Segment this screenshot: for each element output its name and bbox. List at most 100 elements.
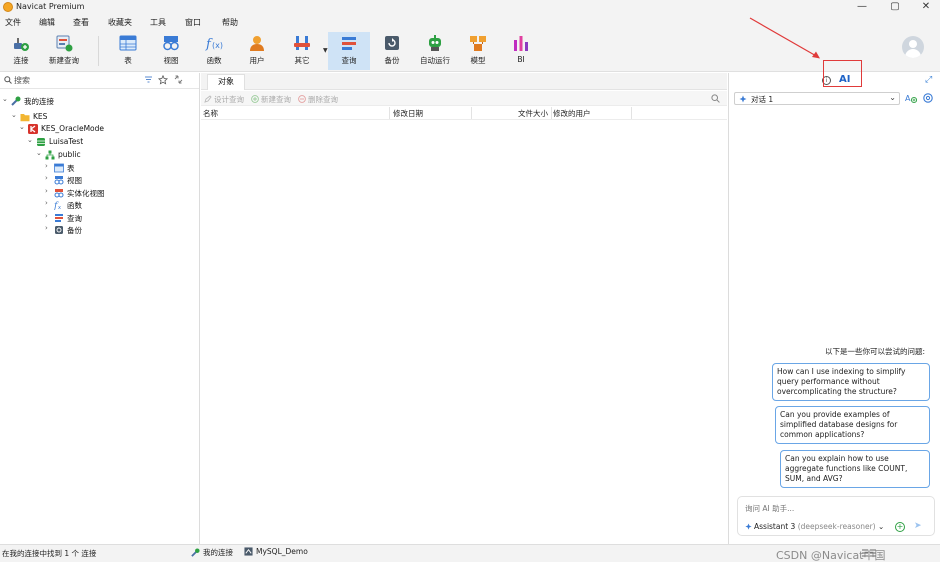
- expand-chevron-icon[interactable]: ⌄: [27, 136, 35, 144]
- suggestion-simplified-designs[interactable]: Can you provide examples of simplified d…: [775, 406, 930, 444]
- backup-button[interactable]: 备份: [376, 32, 408, 70]
- expand-chevron-icon[interactable]: ⌄: [36, 149, 44, 157]
- expand-chevron-right-icon[interactable]: ›: [45, 162, 53, 170]
- table-button[interactable]: 表: [112, 32, 144, 70]
- tab-objects[interactable]: 对象: [207, 74, 245, 90]
- assistant-select[interactable]: Assistant 3 (deepseek-reasoner) ⌄: [745, 522, 884, 531]
- navicat-logo-icon: [3, 2, 13, 12]
- menu-file[interactable]: 文件: [5, 17, 21, 28]
- model-label: 模型: [470, 56, 486, 65]
- column-modified-date[interactable]: 修改日期: [393, 108, 423, 119]
- expand-chevron-right-icon[interactable]: ›: [45, 224, 53, 232]
- menu-help[interactable]: 帮助: [222, 17, 238, 28]
- automation-button[interactable]: 自动运行: [414, 32, 456, 70]
- new-query-button[interactable]: 新建查询: [44, 32, 84, 70]
- object-pane: 对象 设计查询 新建查询 删除查询 名称 修改日期 文件大小 修改的用户: [201, 73, 727, 544]
- schema-icon: [45, 150, 55, 160]
- suggestion-aggregate-functions[interactable]: Can you explain how to use aggregate fun…: [780, 450, 930, 488]
- new-conversation-icon[interactable]: A: [905, 92, 917, 104]
- nav-search-input[interactable]: [14, 74, 134, 87]
- expand-chevron-icon[interactable]: ⌄: [11, 111, 19, 119]
- suggestion-indexing[interactable]: How can I use indexing to simplify query…: [772, 363, 930, 401]
- tree-node-label: KES_OracleMode: [41, 124, 105, 133]
- menu-tools[interactable]: 工具: [150, 17, 166, 28]
- column-divider[interactable]: [389, 107, 390, 119]
- expand-chevron-icon[interactable]: ⌄: [2, 95, 10, 103]
- menu-edit[interactable]: 编辑: [39, 17, 55, 28]
- table-icon: [54, 163, 64, 173]
- maximize-button[interactable]: ▢: [881, 0, 909, 15]
- ai-chat-input[interactable]: [745, 502, 925, 514]
- ai-sparkle-icon: [739, 95, 747, 103]
- tree-node-label: KES: [33, 112, 48, 121]
- column-modified-user[interactable]: 修改的用户: [553, 108, 591, 119]
- connection-label: 连接: [13, 56, 29, 65]
- annotation-arrow-icon: [749, 17, 820, 59]
- tree-node-label: 备份: [67, 226, 82, 235]
- status-tab-mysql-demo[interactable]: MySQL_Demo: [244, 547, 308, 556]
- tree-node-label: LuisaTest: [49, 137, 84, 146]
- ai-sparkle-icon: [745, 523, 752, 530]
- folder-icon: [20, 114, 30, 122]
- ai-settings-gear-icon[interactable]: [922, 92, 934, 104]
- object-tab-strip: 对象: [201, 73, 727, 90]
- view-button[interactable]: 视图: [155, 32, 187, 70]
- query-button[interactable]: 查询: [328, 32, 370, 70]
- expand-chevron-right-icon[interactable]: ›: [45, 212, 53, 220]
- avatar-body-icon: [905, 49, 921, 58]
- expand-chevron-icon[interactable]: ⌄: [19, 123, 27, 131]
- status-bar: 在我的连接中找到 1 个 连接 我的连接 MySQL_Demo CSDN @Na…: [0, 544, 940, 562]
- function-button[interactable]: f (x) 函数: [198, 32, 230, 70]
- minimize-button[interactable]: —: [848, 0, 876, 15]
- new-query-object-button[interactable]: 新建查询: [251, 94, 291, 105]
- expand-chevron-right-icon[interactable]: ›: [45, 174, 53, 182]
- query-label: 查询: [341, 56, 357, 65]
- menu-window[interactable]: 窗口: [185, 17, 201, 28]
- tree-node-label: public: [58, 150, 81, 159]
- menu-favorites[interactable]: 收藏夹: [108, 17, 132, 28]
- close-button[interactable]: ✕: [912, 0, 940, 15]
- user-button[interactable]: 用户: [241, 32, 273, 70]
- design-query-button[interactable]: 设计查询: [204, 94, 244, 105]
- column-divider[interactable]: [551, 107, 552, 119]
- column-divider[interactable]: [631, 107, 632, 119]
- bi-button[interactable]: BI: [505, 32, 537, 70]
- user-avatar[interactable]: [902, 36, 924, 58]
- connection-button[interactable]: 连接: [4, 32, 38, 70]
- filter-icon[interactable]: [144, 75, 153, 84]
- object-search-icon[interactable]: [711, 94, 720, 103]
- column-file-size[interactable]: 文件大小: [518, 108, 548, 119]
- tree-node-label: 我的连接: [24, 97, 54, 106]
- delete-query-button[interactable]: 删除查询: [298, 94, 338, 105]
- column-name[interactable]: 名称: [203, 108, 218, 119]
- kes-server-icon: [28, 124, 38, 134]
- query-icon: [342, 37, 356, 50]
- user-label: 用户: [249, 56, 265, 65]
- new-query-object-label: 新建查询: [261, 95, 291, 104]
- add-attachment-icon[interactable]: +: [895, 522, 905, 532]
- expand-icon[interactable]: ⤢: [925, 75, 932, 85]
- object-list-header: 名称 修改日期 文件大小 修改的用户: [201, 107, 727, 120]
- chevron-down-icon: ⌄: [877, 522, 885, 531]
- status-tab-my-connections[interactable]: 我的连接: [191, 547, 233, 558]
- my-connections-icon: [191, 548, 200, 557]
- expand-chevron-right-icon[interactable]: ›: [45, 187, 53, 195]
- navicat-window: Navicat Premium — ▢ ✕ 文件 编辑 查看 收藏夹 工具 窗口…: [0, 0, 940, 562]
- model-button[interactable]: 模型: [462, 32, 494, 70]
- nav-search-bar: [0, 73, 199, 89]
- query-icon: [55, 214, 63, 222]
- conversation-select[interactable]: 对话 1 ⌄: [734, 92, 900, 105]
- view-glasses-icon: [163, 36, 179, 51]
- tree-node-label: 视图: [67, 176, 82, 185]
- column-divider[interactable]: [471, 107, 472, 119]
- other-button[interactable]: 其它: [286, 32, 318, 70]
- other-dropdown-caret-icon[interactable]: ▼: [323, 47, 328, 54]
- collapse-icon[interactable]: [174, 75, 183, 84]
- suggestions-title: 以下是一些你可以尝试的问题:: [825, 347, 926, 356]
- send-icon[interactable]: ➤: [914, 521, 922, 531]
- star-icon[interactable]: [158, 75, 168, 85]
- expand-chevron-right-icon[interactable]: ›: [45, 199, 53, 207]
- function-fx-icon: f (x): [205, 37, 223, 52]
- menu-view[interactable]: 查看: [73, 17, 89, 28]
- ai-chat-box: Assistant 3 (deepseek-reasoner) ⌄ + ➤: [737, 496, 935, 536]
